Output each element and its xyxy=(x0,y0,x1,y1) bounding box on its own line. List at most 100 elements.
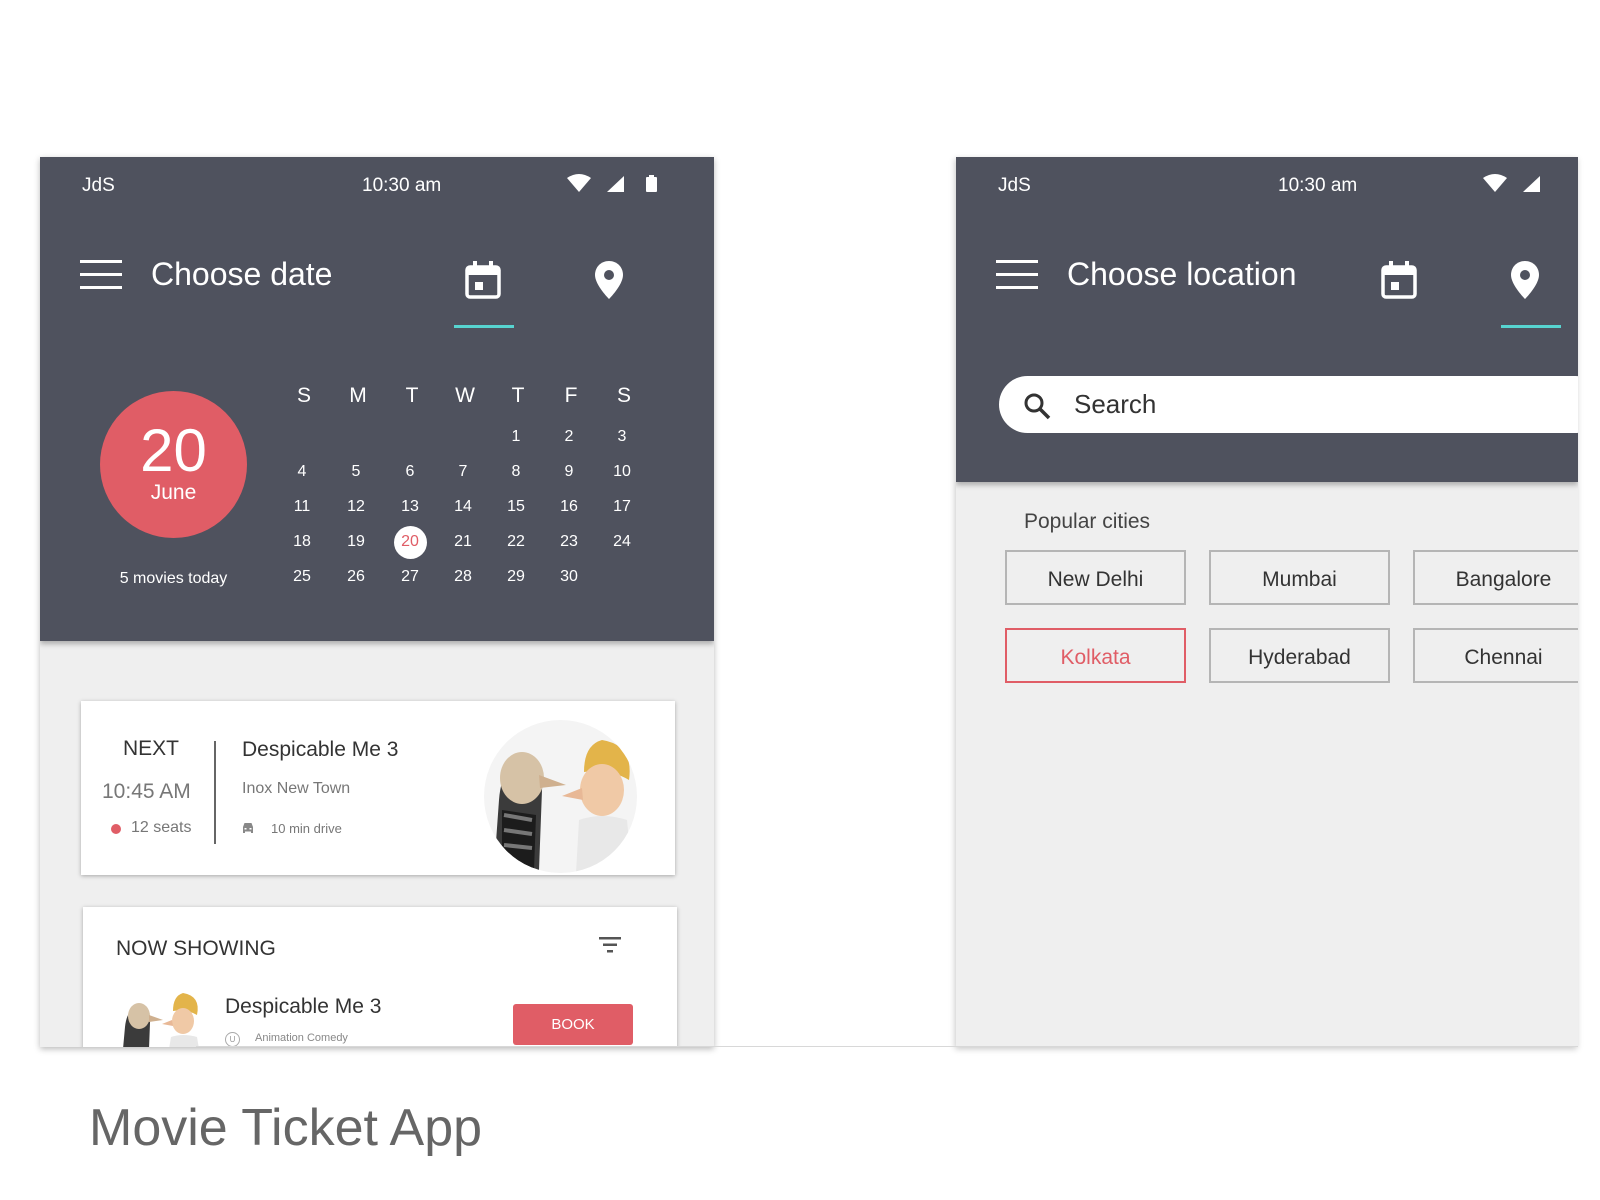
car-icon xyxy=(243,823,253,833)
calendar-day-10[interactable]: 10 xyxy=(604,463,640,481)
calendar-day-23[interactable]: 23 xyxy=(551,533,587,551)
choose-date-screen: JdS 10:30 am Choose date 20 June 5 movie… xyxy=(40,157,714,1047)
menu-icon[interactable] xyxy=(996,260,1038,290)
movie-poster-image xyxy=(484,720,637,873)
weekday-label: T xyxy=(405,384,419,407)
selected-month: June xyxy=(150,481,197,504)
movie-thumbnail xyxy=(121,987,203,1047)
selected-date-badge: 20 June xyxy=(100,391,247,538)
calendar-day-17[interactable]: 17 xyxy=(604,498,640,516)
calendar-day-2[interactable]: 2 xyxy=(551,428,587,446)
weekday-label: F xyxy=(564,384,578,407)
calendar-day-22[interactable]: 22 xyxy=(498,533,534,551)
theatre-name: Inox New Town xyxy=(242,780,351,797)
tab-calendar[interactable] xyxy=(1381,261,1417,304)
calendar-day-12[interactable]: 12 xyxy=(338,498,374,516)
location-header: JdS 10:30 am Choose location Search xyxy=(956,157,1578,482)
calendar-day-24[interactable]: 24 xyxy=(604,533,640,551)
weekday-label: T xyxy=(511,384,525,407)
calendar-day-27[interactable]: 27 xyxy=(392,568,428,586)
weekday-label: S xyxy=(296,384,311,407)
selected-day: 20 xyxy=(140,417,207,484)
tab-calendar[interactable] xyxy=(465,261,501,304)
city-button-new-delhi[interactable]: New Delhi xyxy=(1005,550,1186,605)
popular-cities-label: Popular cities xyxy=(1024,510,1151,533)
status-icons xyxy=(567,174,667,199)
city-button-kolkata[interactable]: Kolkata xyxy=(1005,628,1186,683)
calendar-day-25[interactable]: 25 xyxy=(284,568,320,586)
active-tab-indicator xyxy=(454,325,514,328)
next-movie-title: Despicable Me 3 xyxy=(242,738,399,761)
calendar-icon xyxy=(1381,261,1417,299)
weekday-label: W xyxy=(455,384,475,407)
location-pin-icon xyxy=(595,261,623,299)
status-carrier: JdS xyxy=(998,175,1031,196)
calendar-day-4[interactable]: 4 xyxy=(284,463,320,481)
status-time: 10:30 am xyxy=(1278,175,1358,196)
search-field[interactable]: Search xyxy=(999,376,1578,433)
calendar-day-15[interactable]: 15 xyxy=(498,498,534,516)
calendar-day-11[interactable]: 11 xyxy=(284,498,320,516)
search-placeholder: Search xyxy=(1074,389,1157,419)
card-divider xyxy=(214,741,216,844)
tab-location[interactable] xyxy=(1511,261,1539,304)
seats-dot xyxy=(111,824,121,834)
calendar-day-16[interactable]: 16 xyxy=(551,498,587,516)
city-button-chennai[interactable]: Chennai xyxy=(1413,628,1578,683)
calendar-day-30[interactable]: 30 xyxy=(551,568,587,586)
wifi-icon xyxy=(1483,174,1507,192)
now-showing-heading: NOW SHOWING xyxy=(116,937,276,960)
status-carrier: JdS xyxy=(82,175,115,196)
page-caption: Movie Ticket App xyxy=(89,1099,483,1157)
calendar-day-13[interactable]: 13 xyxy=(392,498,428,516)
calendar-day-21[interactable]: 21 xyxy=(445,533,481,551)
calendar-day-8[interactable]: 8 xyxy=(498,463,534,481)
active-tab-indicator xyxy=(1501,325,1561,328)
movies-today-count: 5 movies today xyxy=(119,570,228,587)
city-button-mumbai[interactable]: Mumbai xyxy=(1209,550,1390,605)
calendar-day-7[interactable]: 7 xyxy=(445,463,481,481)
now-showing-card: NOW SHOWING Despicable Me 3 U Animation … xyxy=(83,907,677,1047)
status-icons xyxy=(1483,174,1543,199)
calendar-day-20[interactable]: 20 xyxy=(392,533,428,551)
rating-badge: U xyxy=(225,1032,240,1047)
calendar-day-19[interactable]: 19 xyxy=(338,533,374,551)
seats-count: 12 seats xyxy=(131,819,192,836)
next-label: NEXT xyxy=(123,737,180,760)
calendar-day-29[interactable]: 29 xyxy=(498,568,534,586)
movie-genre: Animation Comedy xyxy=(255,1032,348,1044)
calendar-day-5[interactable]: 5 xyxy=(338,463,374,481)
status-time: 10:30 am xyxy=(362,175,442,196)
search-icon xyxy=(1024,393,1051,420)
next-show-card[interactable]: NEXT 10:45 AM 12 seats Despicable Me 3 I… xyxy=(81,701,675,875)
calendar-day-9[interactable]: 9 xyxy=(551,463,587,481)
menu-icon[interactable] xyxy=(80,260,122,290)
signal-icon xyxy=(1523,176,1540,192)
page-title: Choose location xyxy=(1067,256,1297,292)
next-show-time: 10:45 AM xyxy=(102,780,191,803)
city-button-bangalore[interactable]: Bangalore xyxy=(1413,550,1578,605)
weekday-label: M xyxy=(349,384,367,407)
calendar-day-18[interactable]: 18 xyxy=(284,533,320,551)
battery-icon xyxy=(646,177,657,192)
choose-location-screen: JdS 10:30 am Choose location Search Popu… xyxy=(956,157,1578,1047)
signal-icon xyxy=(607,176,624,192)
date-header: JdS 10:30 am Choose date 20 June 5 movie… xyxy=(40,157,714,641)
calendar-day-26[interactable]: 26 xyxy=(338,568,374,586)
location-pin-icon xyxy=(1511,261,1539,299)
drive-time: 10 min drive xyxy=(271,821,342,836)
city-button-hyderabad[interactable]: Hyderabad xyxy=(1209,628,1390,683)
calendar-day-28[interactable]: 28 xyxy=(445,568,481,586)
calendar-icon xyxy=(465,261,501,299)
calendar-day-1[interactable]: 1 xyxy=(498,428,534,446)
book-button[interactable]: BOOK xyxy=(513,1004,633,1045)
filter-icon[interactable] xyxy=(599,937,621,953)
tab-location[interactable] xyxy=(595,261,623,304)
now-showing-movie-title: Despicable Me 3 xyxy=(225,995,382,1018)
page-title: Choose date xyxy=(151,256,333,292)
weekday-label: S xyxy=(616,384,631,407)
calendar-day-3[interactable]: 3 xyxy=(604,428,640,446)
divider-line xyxy=(196,1046,1578,1047)
calendar-day-6[interactable]: 6 xyxy=(392,463,428,481)
calendar-day-14[interactable]: 14 xyxy=(445,498,481,516)
